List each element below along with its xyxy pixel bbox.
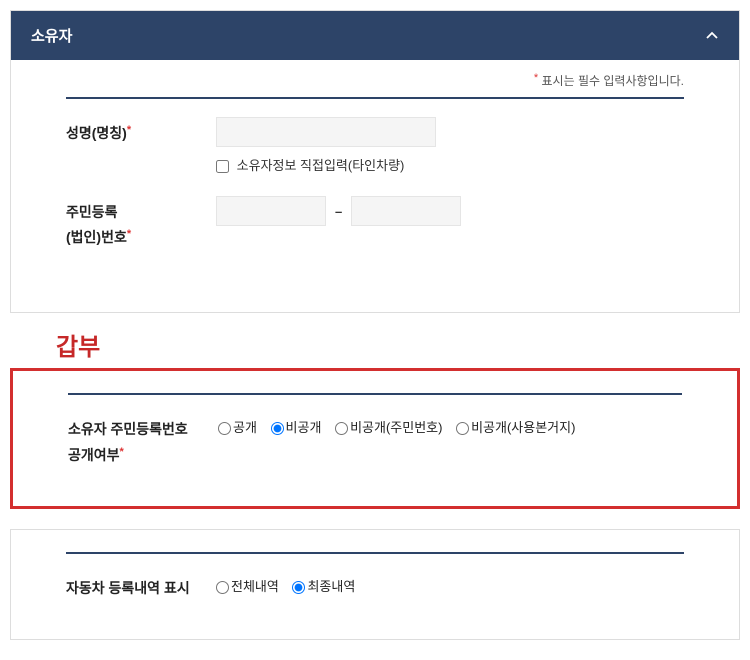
chevron-up-icon: [705, 29, 719, 43]
disclosure-option-private-rrn[interactable]: 비공개(주민번호): [335, 420, 446, 435]
owner-panel: 소유자 * 표시는 필수 입력사항입니다. 성명(명칭)* 소유자정보 직접입력…: [10, 10, 740, 313]
section-divider: [68, 393, 682, 395]
section-divider: [66, 552, 684, 554]
rrn-row: 주민등록 (법인)번호* –: [66, 196, 684, 250]
history-options: 전체내역 최종내역: [216, 572, 684, 595]
disclosure-option-private-addr[interactable]: 비공개(사용본거지): [456, 420, 575, 435]
direct-input-label: 소유자정보 직접입력(타인차량): [237, 158, 405, 173]
direct-input-label-wrap[interactable]: 소유자정보 직접입력(타인차량): [216, 158, 404, 173]
section-divider: [66, 97, 684, 99]
owner-panel-header[interactable]: 소유자: [11, 11, 739, 60]
disclosure-panel: 소유자 주민등록번호 공개여부* 공개 비공개 비공개(주민번호) 비공개(사용…: [10, 368, 740, 508]
disclosure-radio-private-addr[interactable]: [456, 422, 469, 435]
disclosure-label: 소유자 주민등록번호 공개여부*: [68, 413, 218, 467]
history-radio-latest[interactable]: [292, 581, 305, 594]
direct-input-checkbox[interactable]: [216, 160, 229, 173]
history-radio-all[interactable]: [216, 581, 229, 594]
history-panel: 자동차 등록내역 표시 전체내역 최종내역: [10, 529, 740, 640]
disclosure-radio-public[interactable]: [218, 422, 231, 435]
name-row: 성명(명칭)* 소유자정보 직접입력(타인차량): [66, 117, 684, 174]
rrn-input-2[interactable]: [351, 196, 461, 226]
owner-name-input[interactable]: [216, 117, 436, 147]
history-label: 자동차 등록내역 표시: [66, 572, 216, 601]
rrn-dash: –: [330, 204, 348, 219]
required-note-text: 표시는 필수 입력사항입니다.: [542, 74, 684, 88]
rrn-input-1[interactable]: [216, 196, 326, 226]
disclosure-options: 공개 비공개 비공개(주민번호) 비공개(사용본거지): [218, 413, 682, 436]
name-label: 성명(명칭)*: [66, 117, 216, 146]
disclosure-row: 소유자 주민등록번호 공개여부* 공개 비공개 비공개(주민번호) 비공개(사용…: [68, 413, 682, 467]
disclosure-option-private[interactable]: 비공개: [271, 420, 326, 435]
name-value-cell: 소유자정보 직접입력(타인차량): [216, 117, 684, 174]
direct-input-line: 소유자정보 직접입력(타인차량): [216, 155, 684, 174]
required-star-icon: *: [534, 72, 538, 84]
history-panel-body: 자동차 등록내역 표시 전체내역 최종내역: [11, 530, 739, 639]
annotation-gabbu: 갑부: [56, 327, 750, 362]
owner-panel-title: 소유자: [31, 25, 72, 46]
required-note: * 표시는 필수 입력사항입니다.: [66, 60, 684, 97]
rrn-label: 주민등록 (법인)번호*: [66, 196, 216, 250]
history-option-latest[interactable]: 최종내역: [292, 579, 355, 594]
history-row: 자동차 등록내역 표시 전체내역 최종내역: [66, 572, 684, 601]
required-star-icon: *: [127, 124, 131, 136]
disclosure-radio-private-rrn[interactable]: [335, 422, 348, 435]
disclosure-option-public[interactable]: 공개: [218, 420, 261, 435]
required-star-icon: *: [127, 228, 131, 240]
disclosure-radio-private[interactable]: [271, 422, 284, 435]
rrn-value-cell: –: [216, 196, 684, 226]
owner-panel-body: * 표시는 필수 입력사항입니다. 성명(명칭)* 소유자정보 직접입력(타인차…: [11, 60, 739, 312]
disclosure-panel-body: 소유자 주민등록번호 공개여부* 공개 비공개 비공개(주민번호) 비공개(사용…: [13, 371, 737, 505]
history-option-all[interactable]: 전체내역: [216, 579, 282, 594]
required-star-icon: *: [120, 446, 124, 458]
